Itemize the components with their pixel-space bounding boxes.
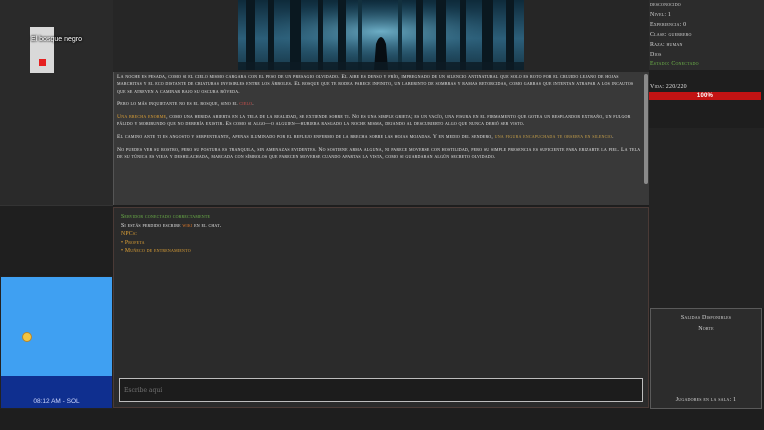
character-class: Clase: guerrero [650, 31, 692, 38]
location-label: El bosque negro [31, 36, 82, 43]
character-experience: Experiencia: 0 [650, 21, 687, 28]
players-count: Jugadores en la sala: 1 [675, 397, 737, 403]
character-god: Dios [650, 51, 662, 58]
life-bar: 100% [649, 92, 761, 100]
character-stats: desconocido Nivel: 1 Experiencia: 0 Clas… [649, 0, 764, 70]
exits-panel: Salidas Disponibles Norte Jugadores en l… [650, 308, 762, 409]
chat-panel: Servidor conectado correctamente Si está… [113, 207, 649, 408]
npc-item[interactable]: • Muñeco de entrenamiento [121, 247, 641, 256]
story-highlight: cielo [239, 101, 253, 108]
exits-title: Salidas Disponibles [680, 315, 732, 321]
npcs-title: NPCs: [121, 231, 138, 237]
story-paragraph: Una brecha enorme, como una herida abier… [117, 114, 631, 128]
exit-north[interactable]: Norte [651, 324, 761, 335]
character-sidebar: desconocido Nivel: 1 Experiencia: 0 Clas… [649, 0, 764, 430]
life-label: Vida: 220/220 [650, 84, 687, 90]
game-clock: 08:12 AM - SOL [33, 398, 80, 405]
day-cycle-panel: 08:12 AM - SOL [0, 276, 113, 409]
story-panel[interactable]: La noche es pesada, como si el cielo mis… [113, 72, 649, 205]
story-scrollbar[interactable] [644, 74, 648, 184]
player-marker [39, 59, 46, 66]
story-paragraph: Pero lo más inquietante no es el bosque,… [117, 101, 254, 108]
story-paragraph: El camino ante ti es angosto y serpentea… [117, 134, 614, 141]
character-level: Nivel: 1 [650, 11, 672, 18]
forest-illustration [238, 0, 524, 70]
left-footer [0, 409, 113, 430]
npc-item[interactable]: • Profeta [121, 239, 641, 248]
minimap-panel: El bosque negro [0, 0, 113, 205]
help-message: Si estás perdido escribe wiki en el chat… [121, 222, 222, 229]
connection-status: Estado: Conectado [650, 61, 699, 68]
left-empty-panel [0, 205, 113, 273]
story-paragraph: No puedes ver su rostro, pero su postura… [117, 147, 641, 161]
chat-input[interactable] [119, 378, 643, 402]
story-highlight: una figura encapuchada te observa en sil… [494, 134, 613, 141]
life-box: Vida: 220/220 100% [649, 84, 764, 106]
sidebar-empty-panel [649, 128, 764, 308]
story-paragraph: La noche es pesada, como si el cielo mis… [117, 74, 634, 95]
sun-icon [22, 332, 32, 342]
wiki-keyword: wiki [182, 222, 193, 229]
story-highlight: Una brecha enorme [117, 114, 167, 121]
server-message: Servidor conectado correctamente [121, 214, 211, 220]
character-race: Raza: human [650, 41, 683, 48]
scene-image [238, 0, 524, 70]
character-name: desconocido [650, 2, 681, 8]
minimap-room [30, 27, 54, 73]
